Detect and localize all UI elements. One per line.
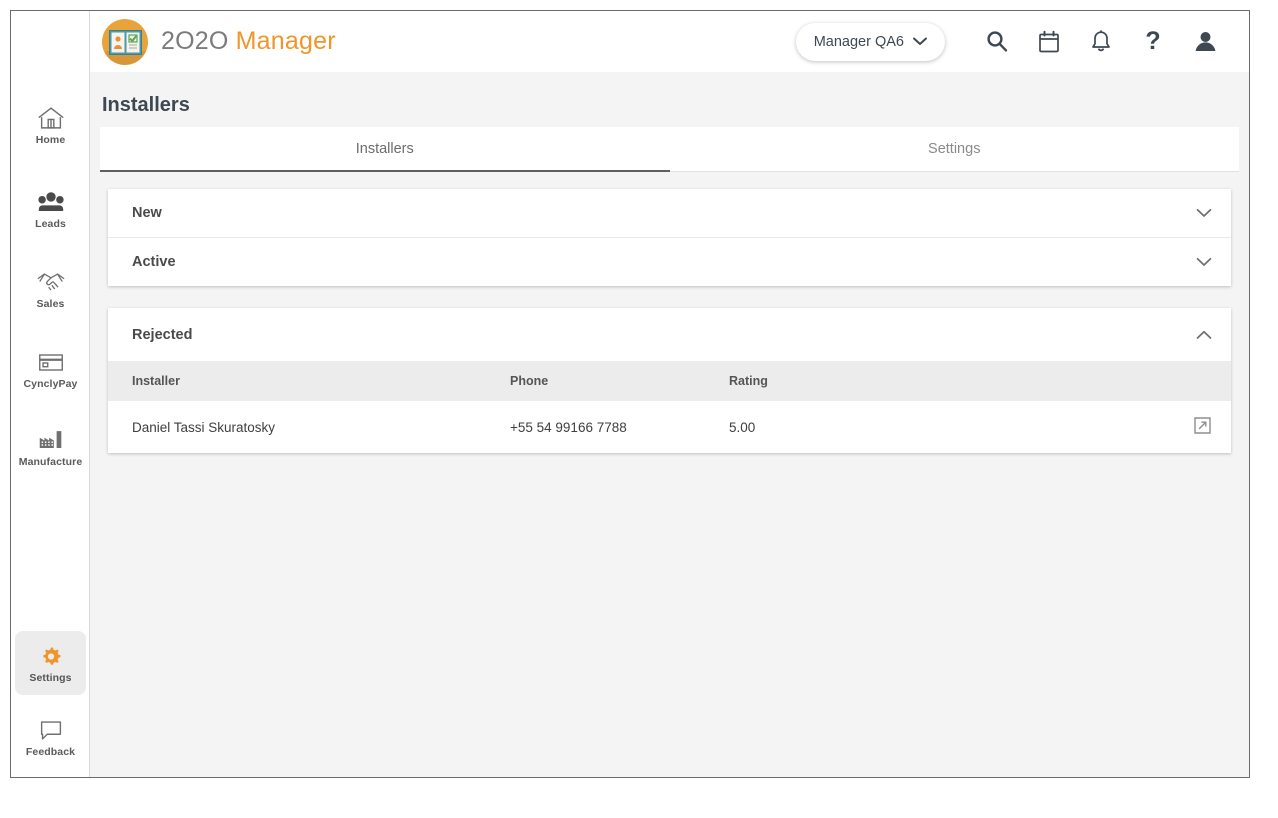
brand-logo[interactable]: 2O2O Manager xyxy=(102,18,336,65)
gear-icon xyxy=(36,643,66,670)
tab-label: Settings xyxy=(928,141,981,157)
sidebar-item-label: Home xyxy=(35,133,66,146)
table-body: Daniel Tassi Skuratosky +55 54 99166 778… xyxy=(108,401,1231,453)
sidebar-item-label: Manufacture xyxy=(18,455,83,468)
cell-installer-phone: +55 54 99166 7788 xyxy=(510,401,729,453)
credit-card-icon xyxy=(36,349,66,376)
calendar-icon[interactable] xyxy=(1023,20,1075,64)
sidebar-item-settings[interactable]: Settings xyxy=(15,631,86,695)
help-icon[interactable]: ? xyxy=(1127,20,1179,64)
sidebar-item-feedback[interactable]: Feedback xyxy=(15,705,86,769)
collapsed-groups-card: New Active xyxy=(108,189,1231,286)
page-title: Installers xyxy=(102,94,190,116)
factory-icon xyxy=(36,427,66,454)
chevron-up-icon[interactable] xyxy=(1196,330,1212,340)
installer-badge-icon xyxy=(102,18,148,65)
brand-text-primary: 2O2O xyxy=(161,27,229,55)
table-row[interactable]: Daniel Tassi Skuratosky +55 54 99166 778… xyxy=(108,401,1231,453)
cell-row-action xyxy=(1149,401,1231,453)
tab-bar: Installers Settings xyxy=(100,127,1239,172)
brand-text: 2O2O Manager xyxy=(161,27,336,56)
column-header-phone: Phone xyxy=(510,374,549,388)
search-icon[interactable] xyxy=(971,20,1023,64)
sidebar-item-label: Feedback xyxy=(25,745,76,758)
sidebar-item-cynclypay[interactable]: CynclyPay xyxy=(15,337,86,401)
user-account-label: Manager QA6 xyxy=(813,33,904,50)
home-icon xyxy=(36,105,66,132)
accordion-title: New xyxy=(132,205,162,221)
top-header: 2O2O Manager Manager QA6 ? xyxy=(90,11,1249,72)
sidebar-item-label: CynclyPay xyxy=(23,377,78,390)
column-header-installer: Installer xyxy=(132,374,180,388)
brand-text-secondary: Manager xyxy=(235,27,336,55)
rejected-group-card: Rejected Installer Phone Rating Daniel T… xyxy=(108,308,1231,453)
accordion-title: Active xyxy=(132,254,176,270)
main-area: 2O2O Manager Manager QA6 ? Installers In… xyxy=(90,11,1249,777)
sidebar-item-leads[interactable]: Leads xyxy=(15,177,86,241)
accordion-header-active[interactable]: Active xyxy=(108,238,1231,286)
cell-installer-rating: 5.00 xyxy=(729,401,1149,453)
people-icon xyxy=(36,189,66,216)
user-account-dropdown[interactable]: Manager QA6 xyxy=(795,22,945,61)
table-header: Installer Phone Rating xyxy=(108,361,1231,401)
primary-sidebar: Home Leads Sales CynclyPay Manufacture S… xyxy=(11,11,90,777)
sidebar-item-label: Sales xyxy=(36,297,65,310)
chevron-down-icon[interactable] xyxy=(1196,208,1212,218)
accordion-header-rejected[interactable]: Rejected xyxy=(108,308,1231,361)
svg-text:?: ? xyxy=(1145,28,1160,55)
sidebar-item-home[interactable]: Home xyxy=(15,93,86,157)
account-icon[interactable] xyxy=(1179,20,1231,64)
tab-label: Installers xyxy=(355,141,414,157)
bell-icon[interactable] xyxy=(1075,20,1127,64)
sidebar-item-label: Settings xyxy=(29,671,72,684)
column-header-actions xyxy=(1149,361,1231,401)
chevron-down-icon xyxy=(913,33,927,51)
handshake-icon xyxy=(36,269,66,296)
sidebar-item-manufacture[interactable]: Manufacture xyxy=(15,415,86,479)
sidebar-item-sales[interactable]: Sales xyxy=(15,257,86,321)
tab-settings[interactable]: Settings xyxy=(670,127,1240,171)
content-region: Installers Settings New Active Rejected … xyxy=(90,127,1249,777)
chevron-down-icon[interactable] xyxy=(1196,257,1212,267)
header-actions: Manager QA6 ? xyxy=(795,20,1231,64)
sidebar-item-label: Leads xyxy=(35,217,66,230)
accordion-header-new[interactable]: New xyxy=(108,189,1231,237)
external-link-icon[interactable] xyxy=(1194,417,1211,434)
accordion-title: Rejected xyxy=(132,326,193,343)
cell-installer-name: Daniel Tassi Skuratosky xyxy=(108,401,510,453)
chat-bubble-icon xyxy=(36,717,66,744)
tab-installers[interactable]: Installers xyxy=(100,127,670,172)
column-header-rating: Rating xyxy=(729,374,768,388)
application-window: Home Leads Sales CynclyPay Manufacture S… xyxy=(10,10,1250,778)
installers-table: Installer Phone Rating Daniel Tassi Skur… xyxy=(108,361,1231,453)
table-header-row: Installer Phone Rating xyxy=(108,361,1231,401)
page-title-container: Installers xyxy=(90,72,1249,127)
